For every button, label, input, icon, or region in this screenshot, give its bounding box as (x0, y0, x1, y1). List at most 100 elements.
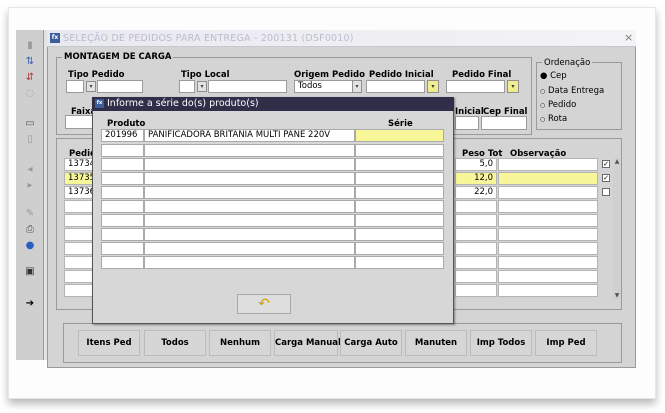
dialog-row-empty[interactable] (101, 172, 144, 185)
table-row-empty[interactable] (455, 200, 497, 213)
table-row-observacao[interactable] (498, 186, 598, 199)
dialog-row-empty[interactable] (101, 144, 144, 157)
scroll-down-icon[interactable]: ▼ (613, 292, 621, 299)
dialog-row-empty[interactable] (144, 242, 355, 255)
dialog-row-empty[interactable] (355, 186, 444, 199)
cep-final-field[interactable] (481, 116, 527, 130)
dialog-row-empty[interactable] (144, 158, 355, 171)
dialog-row-empty[interactable] (101, 228, 144, 241)
dialog-row-empty[interactable] (355, 228, 444, 241)
table-row-peso[interactable]: 5,0 (455, 158, 497, 171)
dialog-row-empty[interactable] (101, 214, 144, 227)
tipo-pedido-desc-field[interactable] (97, 80, 143, 93)
dialog-row-descricao[interactable]: PANIFICADORA BRITANIA MULTI PANE 220V (144, 129, 355, 142)
sort-desc-icon[interactable]: ⇵ (24, 72, 36, 84)
copy-icon[interactable]: ▯ (24, 134, 36, 146)
table-row-empty[interactable] (498, 228, 598, 241)
pedido-inicial-label: Pedido Inicial (369, 70, 434, 80)
dialog-row-empty[interactable] (144, 214, 355, 227)
refresh-icon[interactable]: ◌ (24, 88, 36, 100)
dialog-row-empty[interactable] (355, 242, 444, 255)
table-row-empty[interactable] (498, 242, 598, 255)
sort-icon[interactable]: ⇅ (24, 56, 36, 68)
row-checkbox-checked[interactable]: ✓ (602, 174, 610, 182)
save-icon[interactable]: ▣ (24, 266, 36, 278)
radio-data-entrega[interactable]: ○ Data Entrega (540, 86, 604, 96)
imp-todos-button[interactable]: Imp Todos (470, 330, 532, 356)
dialog-row-empty[interactable] (144, 200, 355, 213)
next-icon[interactable]: ▸ (24, 180, 36, 192)
imp-ped-button[interactable]: Imp Ped (535, 330, 597, 356)
tipo-pedido-dropdown-icon[interactable]: ▾ (86, 81, 96, 92)
dialog-row-empty[interactable] (355, 200, 444, 213)
carga-auto-button[interactable]: Carga Auto (340, 330, 402, 356)
cep-inicial-field[interactable] (455, 116, 479, 130)
row-checkbox-unchecked[interactable] (602, 188, 610, 196)
table-row-empty[interactable] (455, 284, 497, 297)
dialog-row-empty[interactable] (101, 186, 144, 199)
dialog-row-empty[interactable] (101, 242, 144, 255)
dialog-row-empty[interactable] (355, 256, 444, 269)
new-record-icon[interactable]: ▭ (24, 118, 36, 130)
dialog-row-empty[interactable] (144, 256, 355, 269)
dialog-row-empty[interactable] (101, 200, 144, 213)
dialog-row-produto[interactable]: 201996 (101, 129, 144, 142)
tipo-pedido-code-field[interactable] (66, 80, 84, 93)
dialog-row-empty[interactable] (355, 144, 444, 157)
table-row-empty[interactable] (498, 284, 598, 297)
table-row-empty[interactable] (455, 256, 497, 269)
table-row-empty[interactable] (455, 270, 497, 283)
table-row-empty[interactable] (498, 214, 598, 227)
table-row-empty[interactable] (498, 200, 598, 213)
pedido-final-lov-icon[interactable]: ▾ (507, 80, 519, 93)
nenhum-button[interactable]: Nenhum (209, 330, 271, 356)
dialog-row-empty[interactable] (355, 172, 444, 185)
scroll-up-icon[interactable]: ▲ (613, 158, 621, 165)
table-row-empty[interactable] (498, 270, 598, 283)
tipo-local-dropdown-icon[interactable]: ▾ (197, 81, 207, 92)
tipo-local-desc-field[interactable] (208, 80, 287, 93)
origem-dropdown-icon[interactable]: ▾ (352, 80, 362, 93)
radio-label: Data Entrega (547, 86, 605, 96)
help-icon[interactable]: ● (24, 240, 36, 252)
dialog-row-empty[interactable] (144, 144, 355, 157)
table-row-empty[interactable] (455, 242, 497, 255)
radio-rota[interactable]: ○ Rota (540, 114, 567, 124)
itens-ped-button[interactable]: Itens Ped (78, 330, 140, 356)
exit-arrow-icon[interactable]: ➔ (24, 298, 36, 310)
table-row-empty[interactable] (455, 228, 497, 241)
carga-manual-button[interactable]: Carga Manual (274, 330, 341, 356)
pedido-inicial-field[interactable] (366, 80, 425, 93)
table-scrollbar[interactable] (613, 158, 621, 300)
dialog-row-empty[interactable] (144, 186, 355, 199)
dialog-row-empty[interactable] (101, 158, 144, 171)
pedido-inicial-lov-icon[interactable]: ▾ (427, 80, 439, 93)
todos-button[interactable]: Todos (144, 330, 206, 356)
dialog-row-empty[interactable] (355, 158, 444, 171)
pedido-final-field[interactable] (446, 80, 505, 93)
table-row-peso[interactable]: 12,0 (455, 172, 497, 185)
prev-icon[interactable]: ◂ (24, 164, 36, 176)
radio-cep[interactable]: ● Cep (540, 71, 567, 81)
print-icon[interactable]: ⎙ (24, 224, 36, 236)
tipo-local-code-field[interactable] (179, 80, 195, 93)
manuten-button[interactable]: Manuten (405, 330, 467, 356)
faixa-field[interactable] (65, 115, 95, 129)
exit-icon[interactable]: ▮ (24, 40, 36, 52)
table-row-peso[interactable]: 22,0 (455, 186, 497, 199)
origem-pedido-select[interactable]: Todos (294, 80, 354, 93)
dialog-row-empty[interactable] (101, 256, 144, 269)
table-row-observacao[interactable] (498, 172, 598, 185)
table-row-empty[interactable] (455, 214, 497, 227)
edit-icon[interactable]: ✎ (24, 208, 36, 220)
serie-input[interactable] (355, 129, 444, 142)
table-row-observacao[interactable] (498, 158, 598, 171)
dialog-row-empty[interactable] (355, 214, 444, 227)
radio-pedido[interactable]: ○ Pedido (540, 100, 576, 110)
dialog-row-empty[interactable] (144, 228, 355, 241)
close-icon[interactable]: × (624, 31, 633, 44)
table-row-empty[interactable] (498, 256, 598, 269)
row-checkbox-checked[interactable]: ✓ (602, 160, 610, 168)
dialog-row-empty[interactable] (144, 172, 355, 185)
undo-button[interactable]: ↶ (237, 294, 291, 314)
